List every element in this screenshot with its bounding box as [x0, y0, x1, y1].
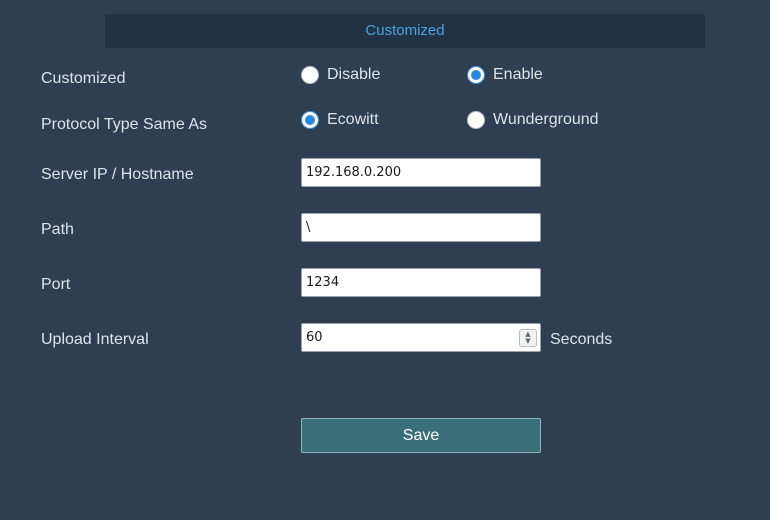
customized-settings-page: Customized Customized Disable Enable Pro… [0, 0, 770, 520]
radio-unchecked-icon [467, 111, 485, 129]
section-title: Customized [105, 14, 705, 48]
save-button[interactable]: Save [301, 418, 541, 453]
path-input[interactable] [301, 213, 541, 242]
radio-unchecked-icon [301, 66, 319, 84]
protocol-label: Protocol Type Same As [41, 116, 208, 133]
interval-stepper[interactable]: ▲ ▼ [519, 329, 537, 347]
server-label: Server IP / Hostname [41, 166, 194, 183]
radio-option-label: Disable [327, 66, 381, 83]
customized-label: Customized [41, 70, 126, 87]
protocol-wunderground-radio[interactable]: Wunderground [467, 111, 599, 129]
upload-interval-input[interactable] [301, 323, 541, 352]
port-label: Port [41, 276, 71, 293]
radio-option-label: Wunderground [493, 111, 599, 128]
radio-checked-icon [467, 66, 485, 84]
port-input[interactable] [301, 268, 541, 297]
customized-disable-radio[interactable]: Disable [301, 66, 380, 84]
radio-checked-icon [301, 111, 319, 129]
customized-enable-radio[interactable]: Enable [467, 66, 543, 84]
radio-option-label: Ecowitt [327, 111, 379, 128]
server-host-input[interactable] [301, 158, 541, 187]
upload-interval-label: Upload Interval [41, 331, 149, 348]
interval-unit-label: Seconds [550, 331, 613, 348]
stepper-down-icon[interactable]: ▼ [525, 338, 530, 345]
path-label: Path [41, 221, 74, 238]
protocol-ecowitt-radio[interactable]: Ecowitt [301, 111, 379, 129]
radio-option-label: Enable [493, 66, 543, 83]
